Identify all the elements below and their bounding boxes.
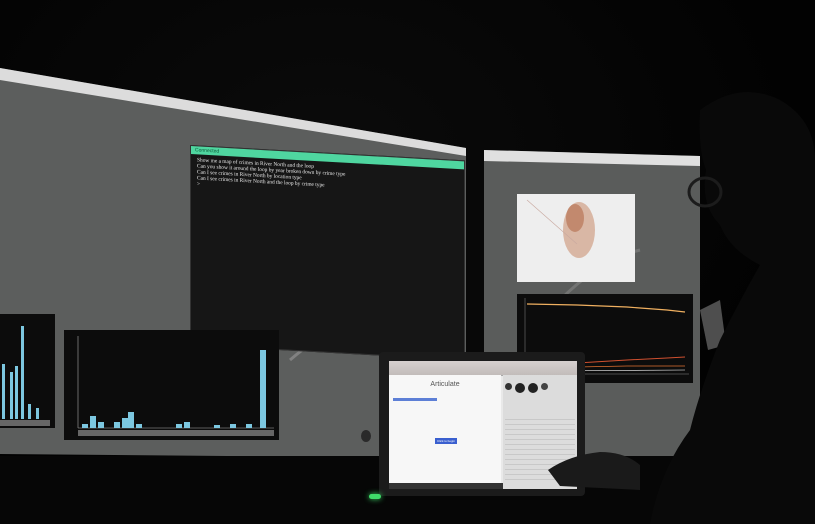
person-silhouette xyxy=(548,92,815,524)
display-wall-scene: Connected Show me a map of crimes in Riv… xyxy=(0,0,815,524)
hand xyxy=(548,452,640,490)
